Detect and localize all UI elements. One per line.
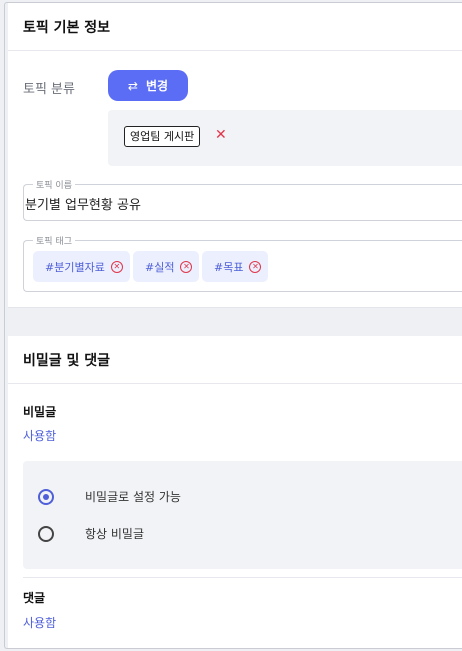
tag-chip[interactable]: #목표 ✕ [202, 251, 269, 282]
tag-label: #목표 [214, 260, 244, 274]
tag-label: #실적 [145, 260, 175, 274]
comment-label: 댓글 [23, 591, 46, 605]
radio-option-label: 비밀글로 설정 가능 [85, 490, 181, 504]
tag-label: #분기별자료 [45, 260, 105, 274]
change-button-label: 변경 [145, 79, 169, 93]
secret-comment-card: 비밀글 및 댓글 비밀글 사용함 비밀글로 설정 가능 항상 비밀글 댓글 사용… [8, 336, 462, 648]
topic-tag-legend: 토픽 태그 [33, 234, 75, 247]
secret-post-label: 비밀글 [23, 405, 57, 419]
topic-info-card: 토픽 기본 정보 토픽 분류 ⇄ 변경 영업팀 게시판 ✕ 토픽 이름 분기별 … [8, 3, 462, 308]
topic-name-field[interactable]: 토픽 이름 분기별 업무현황 공유 [23, 178, 462, 221]
radio-option-always[interactable]: 항상 비밀글 [38, 525, 144, 542]
swap-arrows-icon: ⇄ [127, 78, 138, 93]
radio-option-label: 항상 비밀글 [85, 527, 145, 541]
settings-panel: 토픽 기본 정보 토픽 분류 ⇄ 변경 영업팀 게시판 ✕ 토픽 이름 분기별 … [4, 2, 462, 649]
remove-tag-icon[interactable]: ✕ [180, 260, 193, 273]
remove-board-icon[interactable]: ✕ [215, 127, 227, 143]
remove-tag-icon[interactable]: ✕ [249, 260, 262, 273]
comment-status[interactable]: 사용함 [23, 614, 56, 631]
topic-name-value[interactable]: 분기별 업무현황 공유 [24, 194, 141, 213]
secret-option-group: 비밀글로 설정 가능 항상 비밀글 [23, 461, 462, 569]
secret-comment-title: 비밀글 및 댓글 [8, 336, 462, 384]
selected-board-box: 영업팀 게시판 ✕ [108, 110, 462, 166]
tag-chip[interactable]: #분기별자료 ✕ [33, 251, 130, 282]
secret-post-status[interactable]: 사용함 [23, 427, 56, 444]
radio-option-optional[interactable]: 비밀글로 설정 가능 [38, 488, 181, 505]
topic-tag-field[interactable]: 토픽 태그 #분기별자료 ✕ #실적 ✕ #목표 ✕ [23, 234, 462, 292]
radio-selected-icon[interactable] [38, 488, 54, 505]
selected-board-chip: 영업팀 게시판 [124, 126, 201, 147]
remove-tag-icon[interactable]: ✕ [110, 260, 123, 273]
radio-unselected-icon[interactable] [38, 525, 54, 542]
tag-chip[interactable]: #실적 ✕ [133, 251, 200, 282]
topic-name-legend: 토픽 이름 [33, 178, 75, 191]
topic-category-label: 토픽 분류 [23, 82, 75, 97]
section-divider [23, 577, 462, 578]
topic-info-title: 토픽 기본 정보 [8, 3, 462, 51]
change-category-button[interactable]: ⇄ 변경 [108, 70, 188, 101]
